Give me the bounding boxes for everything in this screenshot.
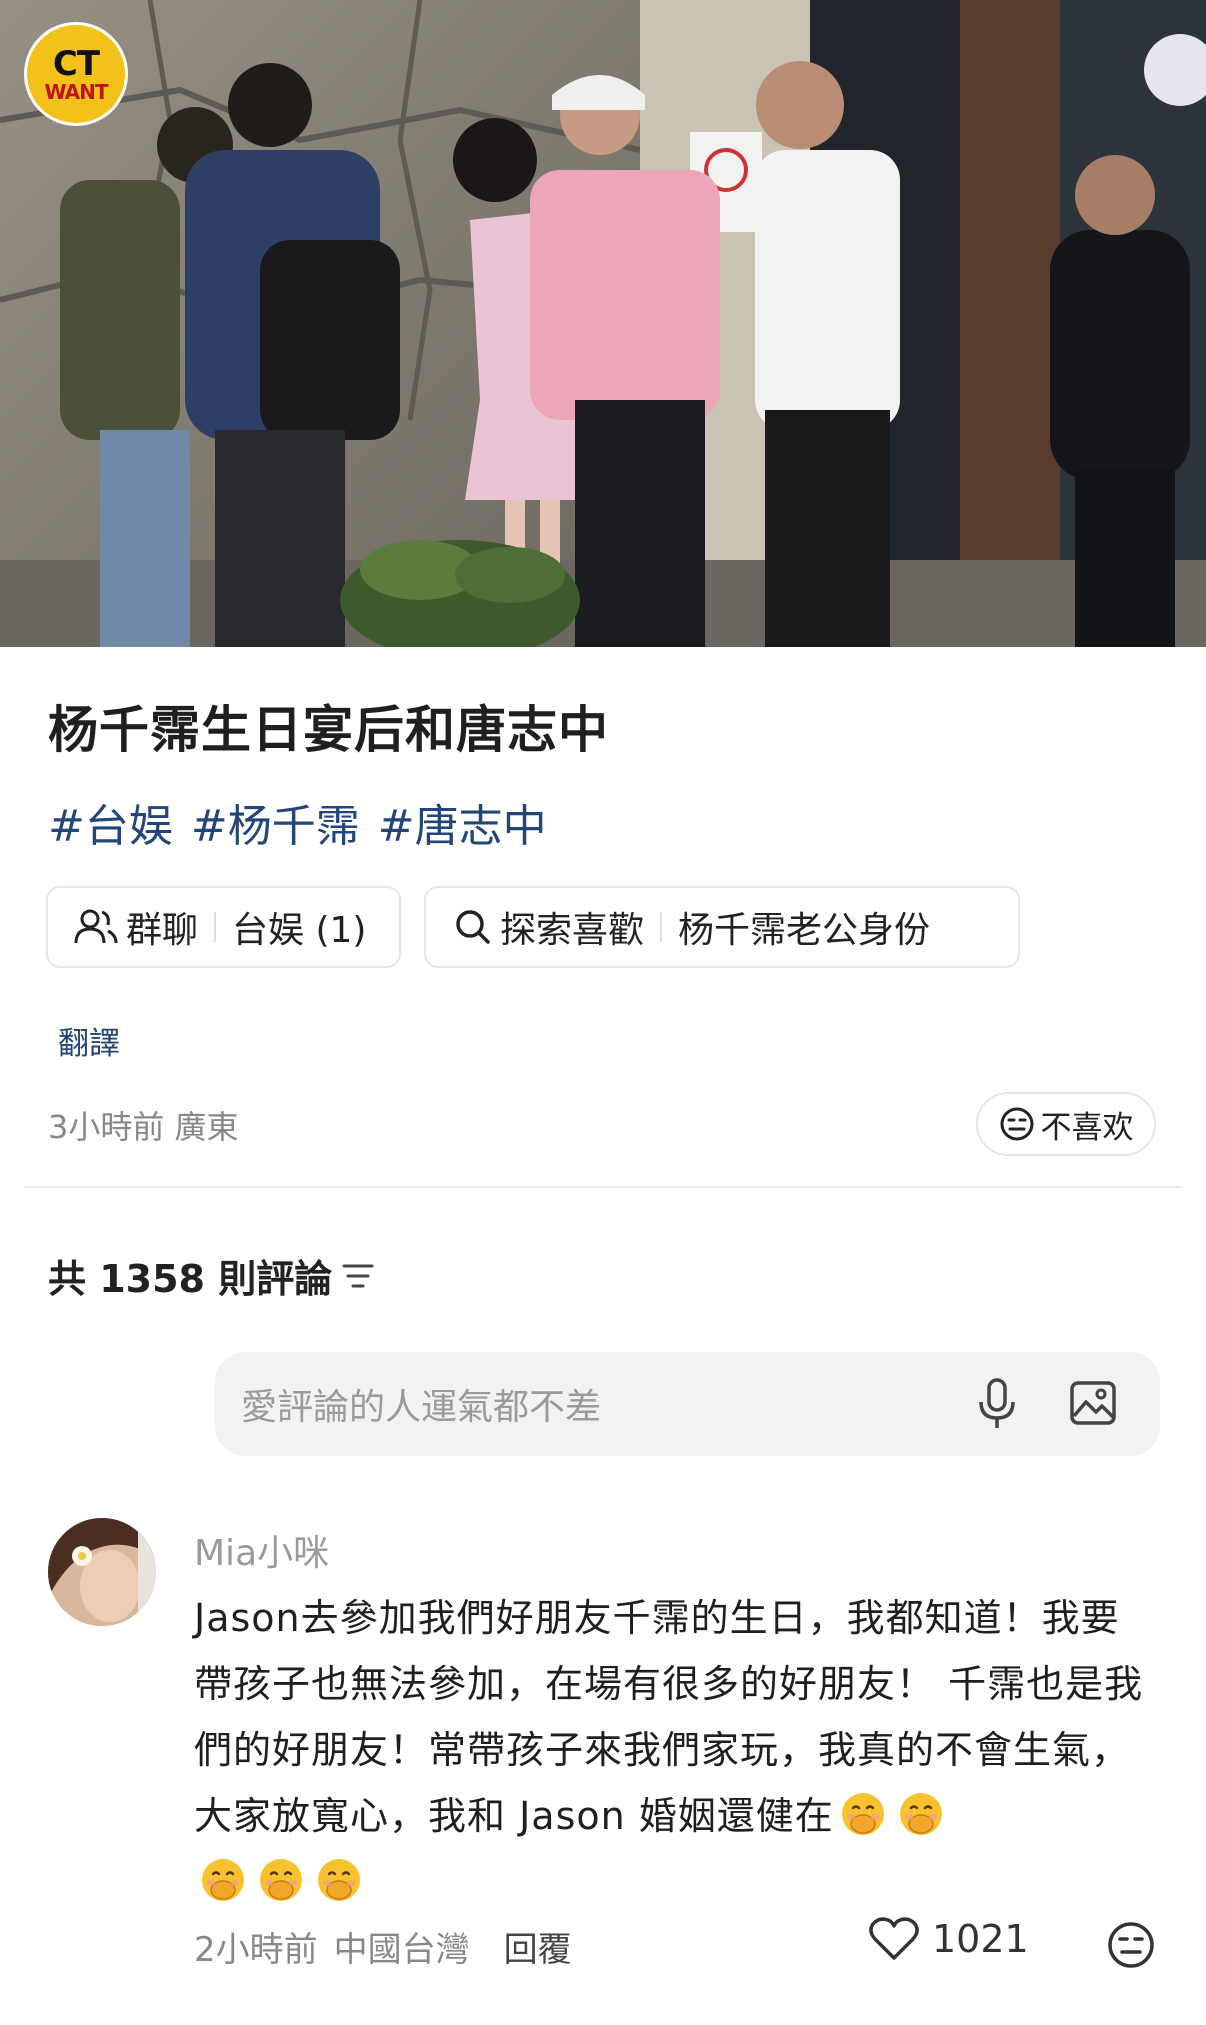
logo-ct-text: CT (52, 43, 100, 84)
group-chat-value: 台娱 (1) (232, 910, 367, 951)
comment-time: 2小時前 (194, 1930, 318, 1970)
hand-over-mouth-emoji-icon (260, 1859, 302, 1901)
hand-over-mouth-emoji-icon (318, 1859, 360, 1901)
comment-dislike-icon[interactable] (1106, 1920, 1156, 1970)
post-photo[interactable]: CT WANT (0, 0, 1206, 647)
post-title: 杨千霈生日宴后和唐志中 (48, 701, 609, 759)
post-meta: 3小時前 廣東 (48, 1108, 239, 1146)
comment-input[interactable]: 愛評論的人運氣都不差 (215, 1352, 1160, 1456)
chip-divider (660, 912, 663, 942)
tag-link[interactable]: #杨千霈 (191, 790, 360, 854)
dislike-label: 不喜欢 (1040, 1109, 1134, 1146)
image-icon[interactable] (1069, 1380, 1117, 1426)
sort-icon[interactable] (342, 1262, 374, 1290)
like-count: 1021 (932, 1917, 1029, 1961)
avatar-image (48, 1518, 156, 1626)
comment-count-label: 共 1358 則評論 (48, 1257, 333, 1301)
group-chat-chip[interactable]: 群聊 台娱 (1) (46, 886, 401, 968)
comment-author[interactable]: Mia小咪 (194, 1524, 329, 1576)
translate-link[interactable]: 翻譯 (58, 1018, 120, 1063)
group-chat-label: 群聊 (126, 910, 199, 951)
comment-count-header: 共 1358 則評論 (48, 1248, 374, 1303)
chip-divider (214, 912, 217, 942)
heart-icon (869, 1917, 919, 1960)
tag-link[interactable]: #台娱 (48, 790, 173, 854)
post-tags: #台娱 #杨千霈 #唐志中 (48, 790, 547, 854)
explore-label: 探索喜歡 (500, 910, 645, 951)
microphone-icon[interactable] (977, 1378, 1017, 1430)
comment-body: Jason去參加我們好朋友千霈的生日，我都知道！我要帶孩子也無法參加，在場有很多… (194, 1596, 1144, 1838)
hand-over-mouth-emoji-icon (202, 1859, 244, 1901)
tag-link[interactable]: #唐志中 (378, 790, 547, 854)
photo-illustration (0, 0, 1206, 647)
explore-value: 杨千霈老公身份 (678, 910, 931, 951)
logo-want-text: WANT (44, 79, 108, 104)
section-divider (24, 1186, 1182, 1188)
comment-meta: 2小時前 中國台灣 回覆 (194, 1922, 572, 1971)
dislike-button[interactable]: 不喜欢 (976, 1092, 1156, 1156)
like-button[interactable]: 1021 (868, 1916, 1029, 1962)
meh-face-icon (1000, 1107, 1033, 1141)
comment-input-placeholder: 愛評論的人運氣都不差 (241, 1387, 602, 1428)
ctwant-logo: CT WANT (24, 22, 128, 126)
comment-text: Jason去參加我們好朋友千霈的生日，我都知道！我要帶孩子也無法參加，在場有很多… (194, 1585, 1154, 1915)
reply-button[interactable]: 回覆 (504, 1922, 572, 1971)
avatar[interactable] (48, 1518, 156, 1626)
group-icon (74, 909, 118, 944)
hand-over-mouth-emoji-icon (899, 1793, 942, 1835)
search-icon (456, 910, 490, 944)
explore-chip[interactable]: 探索喜歡 杨千霈老公身份 (424, 886, 1020, 968)
comment-location: 中國台灣 (333, 1930, 470, 1970)
hand-over-mouth-emoji-icon (841, 1793, 884, 1835)
